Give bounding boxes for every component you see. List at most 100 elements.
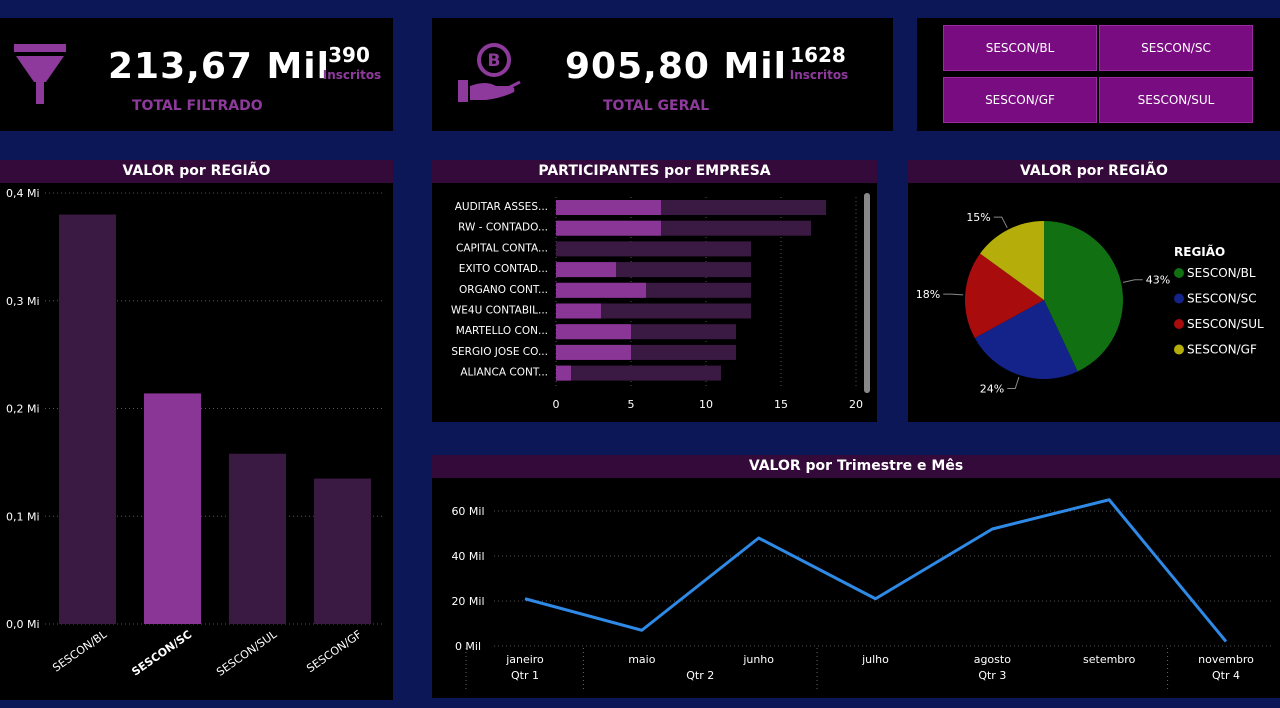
legend-label: SESCON/SC: [1187, 292, 1257, 306]
kpi-filtered-value: 213,67 Mil: [108, 46, 330, 87]
quarter-line-chart-plot: 60 Mil 40 Mil 20 Mil 0 Mil janeiro maio junho j…: [451, 498, 1272, 690]
slicer-button-sescon-gf[interactable]: SESCON/GF: [943, 77, 1097, 123]
y-tick-label: 0,1 Mi: [6, 510, 40, 523]
pie-data-label: 18%: [916, 288, 940, 301]
x-tick-label: maio: [628, 653, 656, 666]
x-tick-label: 10: [699, 398, 713, 411]
svg-text:B: B: [488, 51, 501, 71]
pie-leader-line: [943, 293, 964, 296]
quarter-label: Qtr 3: [978, 669, 1006, 682]
quarter-label: Qtr 2: [686, 669, 714, 682]
pie-legend-title: REGIÃO: [1174, 244, 1225, 259]
y-tick-label: EXITO CONTAD...: [459, 263, 548, 275]
region-column-chart: VALOR por REGIÃO 0,4 Mi 0,3 Mi 0,2 Mi 0,1 M…: [0, 160, 393, 700]
x-tick-label: 15: [774, 398, 788, 411]
x-tick-label: SESCON/BL: [50, 627, 110, 674]
x-tick-label: setembro: [1083, 653, 1136, 666]
kpi-total-value: 905,80 Mil: [565, 46, 787, 87]
x-tick-label: agosto: [974, 653, 1011, 666]
pie-data-label: 24%: [980, 382, 1004, 395]
y-tick-label: MARTELLO CON...: [456, 325, 548, 337]
legend-label: SESCON/GF: [1187, 343, 1257, 357]
legend-label: SESCON/SUL: [1187, 317, 1264, 331]
pie-data-label: 43%: [1146, 274, 1170, 287]
x-tick-label: SESCON/SC: [129, 628, 194, 679]
y-tick-label: 0,4 Mi: [6, 187, 40, 200]
x-tick-label: 5: [628, 398, 635, 411]
region-column-chart-plot: 0,4 Mi 0,3 Mi 0,2 Mi 0,1 Mi 0,0 Mi SESCON/BL S…: [6, 187, 385, 679]
y-tick-label: 0,3 Mi: [6, 295, 40, 308]
slicer-button-sescon-sul[interactable]: SESCON/SUL: [1099, 77, 1253, 123]
y-tick-label: ORGANO CONT...: [459, 284, 548, 296]
x-tick-label: SESCON/GF: [304, 628, 364, 675]
pie-leader-line: [1007, 376, 1020, 389]
company-bar-chart-plot: 0 5 10 15 20 AUDITAR ASSES... RW - CONTADO... C…: [451, 193, 870, 411]
region-slicer: SESCON/BL SESCON/SC SESCON/GF SESCON/SUL: [917, 18, 1280, 131]
legend-label: SESCON/BL: [1187, 266, 1256, 280]
funnel-icon: [14, 44, 66, 104]
y-tick-label: ALIANCA CONT...: [460, 367, 548, 379]
y-tick-label: WE4U CONTABIL...: [451, 305, 548, 317]
pie-data-label: 15%: [966, 211, 990, 224]
kpi-total-count-label: Inscritos: [789, 68, 849, 82]
region-pie-chart: VALOR por REGIÃO 43% 24% 18% 15% REGIÃO SESCO…: [908, 160, 1280, 422]
bar-sescon-sul: [229, 453, 286, 624]
x-tick-label: SESCON/SUL: [214, 627, 280, 679]
y-tick-label: 20 Mil: [451, 595, 484, 608]
kpi-filtered-card: 213,67 Mil TOTAL FILTRADO 390 Inscritos: [0, 18, 393, 131]
kpi-filtered-count-label: Inscritos: [322, 68, 382, 82]
bar-filtered: [556, 344, 631, 360]
pie-leader-line: [993, 216, 1008, 229]
region-pie-chart-plot: 43% 24% 18% 15% REGIÃO SESCON/BL SESCON/SC SESC…: [916, 211, 1264, 395]
region-pie-chart-title: VALOR por REGIÃO: [908, 160, 1280, 183]
series-line: [524, 498, 1228, 643]
bar-sescon-bl: [59, 214, 116, 625]
bar-total: [556, 241, 751, 257]
bar-filtered: [556, 220, 661, 236]
company-bar-chart: PARTICIPANTES por EMPRESA 0 5 10 15 20 AUDITA…: [432, 160, 877, 422]
scrollbar-thumb: [864, 193, 870, 393]
x-tick-label: junho: [742, 653, 774, 666]
x-tick-label: novembro: [1198, 653, 1254, 666]
bar-filtered: [556, 262, 616, 278]
bar-filtered: [556, 365, 571, 381]
quarter-label: Qtr 1: [511, 669, 539, 682]
quarter-line-chart-title: VALOR por Trimestre e Mês: [432, 455, 1280, 478]
legend-marker: [1174, 268, 1184, 278]
bar-total: [556, 365, 721, 381]
y-tick-label: CAPITAL CONTA...: [456, 242, 548, 254]
kpi-total-label: TOTAL GERAL: [603, 98, 710, 114]
slicer-button-sescon-bl[interactable]: SESCON/BL: [943, 25, 1097, 71]
bar-filtered: [556, 324, 631, 340]
coin-hand-icon: B: [458, 43, 521, 102]
kpi-total-card: B 905,80 Mil TOTAL GERAL 1628 Inscritos: [432, 18, 893, 131]
pie-leader-line: [1122, 279, 1143, 283]
x-tick-label: julho: [861, 653, 889, 666]
y-tick-label: RW - CONTADO...: [458, 222, 548, 234]
x-tick-label: janeiro: [505, 653, 544, 666]
y-tick-label: 0,2 Mi: [6, 403, 40, 416]
y-tick-label: AUDITAR ASSES...: [455, 201, 548, 213]
x-tick-label: 0: [553, 398, 560, 411]
y-tick-label: 40 Mil: [451, 550, 484, 563]
region-column-chart-title: VALOR por REGIÃO: [0, 160, 393, 183]
x-tick-label: 20: [849, 398, 863, 411]
bar-filtered: [556, 200, 661, 215]
quarter-label: Qtr 4: [1212, 669, 1240, 682]
quarter-line-chart: VALOR por Trimestre e Mês 60 Mil 40 Mil 20…: [432, 455, 1280, 698]
legend-marker: [1174, 344, 1184, 355]
slicer-button-sescon-sc[interactable]: SESCON/SC: [1099, 25, 1253, 71]
company-bar-chart-title: PARTICIPANTES por EMPRESA: [432, 160, 877, 183]
y-tick-label: 0,0 Mi: [6, 618, 40, 631]
y-tick-label: 60 Mil: [451, 505, 484, 518]
y-tick-label: SERGIO JOSE CO...: [451, 346, 548, 358]
y-tick-label: 0 Mil: [455, 640, 481, 653]
kpi-filtered-label: TOTAL FILTRADO: [132, 98, 263, 114]
bar-sescon-sc: [144, 393, 201, 624]
kpi-filtered-count: 390: [328, 43, 370, 67]
legend-marker: [1174, 319, 1184, 329]
bar-filtered: [556, 303, 601, 319]
legend-marker: [1174, 293, 1184, 304]
bar-sescon-gf: [314, 478, 371, 624]
bar-filtered: [556, 282, 646, 298]
